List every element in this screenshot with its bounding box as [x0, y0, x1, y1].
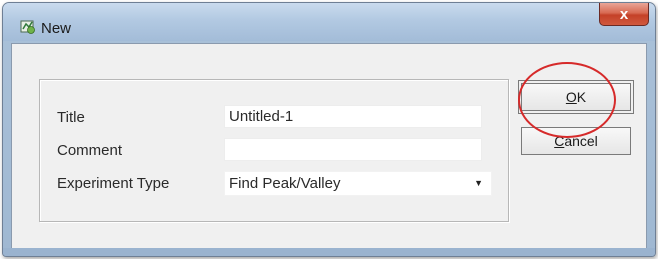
dialog-client-area: Title Comment Experiment Type Find Peak/…	[11, 43, 647, 249]
comment-input[interactable]	[224, 138, 482, 161]
cancel-mnemonic: C	[554, 133, 565, 149]
ok-button[interactable]: OK	[518, 80, 634, 114]
title-bar[interactable]: New x	[3, 3, 655, 41]
comment-label: Comment	[57, 142, 123, 159]
window-bottom-border	[3, 248, 655, 256]
title-input[interactable]	[224, 105, 482, 128]
cancel-button[interactable]: Cancel	[521, 127, 631, 155]
title-label: Title	[57, 109, 85, 126]
ok-mnemonic: O	[565, 89, 577, 105]
dropdown-arrow-icon[interactable]: ▼	[474, 178, 483, 188]
form-group-box: Title Comment Experiment Type Find Peak/…	[39, 79, 509, 222]
experiment-type-select[interactable]: Find Peak/Valley ▼	[224, 171, 492, 196]
window-title: New	[41, 20, 72, 37]
new-dialog-window: New x Title Comment Experiment Type Find…	[2, 2, 656, 257]
app-icon	[19, 18, 36, 35]
close-icon: x	[619, 5, 629, 23]
ok-label-rest: K	[576, 89, 587, 105]
experiment-type-value: Find Peak/Valley	[229, 175, 341, 192]
close-button[interactable]: x	[599, 3, 649, 26]
cancel-label-rest: ancel	[564, 133, 598, 149]
experiment-type-label: Experiment Type	[57, 175, 170, 192]
